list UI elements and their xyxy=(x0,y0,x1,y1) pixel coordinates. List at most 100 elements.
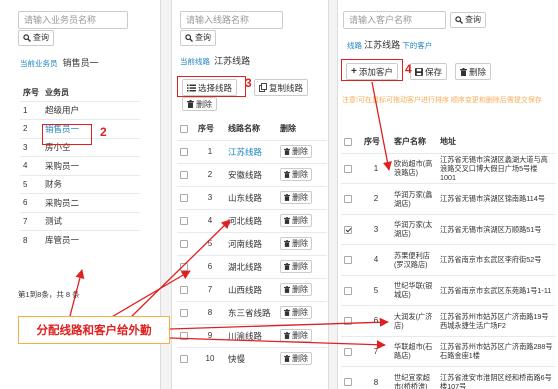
route-name[interactable]: 江苏线路 xyxy=(225,139,277,163)
table-row[interactable]: 1 欧尚超市(高浪路店) 江苏省无锡市滨湖区蠡湖大道与高浪路交叉口博大假日广场5号楼… xyxy=(341,152,556,184)
table-row[interactable]: 7 华联超市(石路店) 江苏省苏州市姑苏区广济南路288号石路金座1楼 xyxy=(341,335,556,367)
row-delete-button[interactable]: 删除 xyxy=(280,214,312,227)
route-name[interactable]: 湖北线路 xyxy=(225,254,277,278)
table-row[interactable]: 2 销售员一 xyxy=(20,119,140,138)
row-checkbox-cell[interactable] xyxy=(341,305,361,336)
table-row[interactable]: 3 华润万家(太湖店) 江苏省无锡市滨湖区万顺路51号 xyxy=(341,213,556,245)
route-name[interactable]: 山东线路 xyxy=(225,185,277,209)
row-checkbox-cell[interactable] xyxy=(177,277,195,301)
salesman-name[interactable]: 采购员一 xyxy=(42,156,140,175)
table-row[interactable]: 10 快慢 删除 xyxy=(177,346,327,370)
row-checkbox-cell[interactable] xyxy=(177,208,195,232)
table-row[interactable]: 8 库管员一 xyxy=(20,230,140,249)
table-row[interactable]: 2 安徽线路 删除 xyxy=(177,162,327,186)
customer-search-input[interactable]: 请输入客户名称 xyxy=(343,11,446,29)
row-checkbox-cell[interactable] xyxy=(177,323,195,347)
route-name[interactable]: 川渝线路 xyxy=(225,323,277,347)
table-row[interactable]: 3 房小空 xyxy=(20,137,140,157)
row-checkbox[interactable] xyxy=(180,355,188,364)
row-checkbox-cell[interactable] xyxy=(177,231,195,255)
row-checkbox-cell[interactable] xyxy=(177,185,195,209)
table-row[interactable]: 6 采购员二 xyxy=(20,193,140,212)
select-all-checkbox[interactable] xyxy=(344,138,352,147)
row-checkbox[interactable] xyxy=(344,225,352,234)
table-row[interactable]: 4 苏果便利店(罗汉路店) 江苏省南京市玄武区李府街52号 xyxy=(341,244,556,275)
row-checkbox[interactable] xyxy=(344,256,352,265)
table-row[interactable]: 5 财务 xyxy=(20,174,140,194)
row-checkbox-cell[interactable] xyxy=(341,335,361,367)
route-name[interactable]: 安徽线路 xyxy=(225,162,277,186)
row-delete-button[interactable]: 删除 xyxy=(280,145,312,158)
table-row[interactable]: 9 川渝线路 删除 xyxy=(177,323,327,347)
row-checkbox-cell[interactable] xyxy=(177,254,195,278)
row-delete-button[interactable]: 删除 xyxy=(280,352,312,366)
table-row[interactable]: 6 大润发(广济店) 江苏省苏州市姑苏区广济南路19号西城永捷生活广场F2 xyxy=(341,305,556,336)
table-row[interactable]: 4 河北线路 删除 xyxy=(177,208,327,232)
breadcrumb-prefix[interactable]: 线路 xyxy=(347,41,362,50)
row-delete-button[interactable]: 删除 xyxy=(280,329,312,342)
table-row[interactable]: 4 采购员一 xyxy=(20,156,140,175)
row-delete-button[interactable]: 删除 xyxy=(280,306,312,319)
row-checkbox-cell[interactable] xyxy=(341,183,361,214)
select-all-checkbox-cell[interactable] xyxy=(341,131,361,154)
add-customer-label[interactable]: 添加客户 xyxy=(359,66,393,78)
route-name[interactable]: 河南线路 xyxy=(225,231,277,255)
table-row[interactable]: 7 山西线路 删除 xyxy=(177,277,327,301)
row-checkbox[interactable] xyxy=(344,347,352,356)
select-all-checkbox-cell[interactable] xyxy=(177,118,195,141)
salesman-name[interactable]: 采购员二 xyxy=(42,193,140,212)
row-delete-button[interactable]: 删除 xyxy=(280,237,312,250)
table-row[interactable]: 5 世纪华联(银城店) 江苏省南京市玄武区东苑路1号1-11 xyxy=(341,274,556,306)
row-checkbox[interactable] xyxy=(180,285,188,294)
table-row[interactable]: 5 河南线路 删除 xyxy=(177,231,327,255)
row-checkbox-cell[interactable] xyxy=(341,274,361,306)
route-name[interactable]: 快慢 xyxy=(225,346,277,370)
row-checkbox[interactable] xyxy=(180,331,188,340)
row-delete-button[interactable]: 删除 xyxy=(280,191,312,204)
salesman-name[interactable]: 财务 xyxy=(42,174,140,194)
save-button[interactable]: 保存 xyxy=(410,63,448,80)
select-route-button[interactable]: 选择线路 xyxy=(182,79,238,96)
row-delete-button[interactable]: 删除 xyxy=(280,283,312,296)
row-delete-button[interactable]: 删除 xyxy=(280,260,312,273)
route-name[interactable]: 山西线路 xyxy=(225,277,277,301)
add-customer-button[interactable]: + 添加客户 xyxy=(346,63,398,80)
row-checkbox-cell[interactable] xyxy=(177,139,195,163)
row-checkbox-cell[interactable] xyxy=(177,300,195,324)
row-checkbox[interactable] xyxy=(344,317,352,326)
salesman-name[interactable]: 销售员一 xyxy=(42,119,140,138)
row-checkbox[interactable] xyxy=(344,378,352,387)
table-row[interactable]: 7 测试 xyxy=(20,211,140,231)
row-checkbox-cell[interactable] xyxy=(177,346,195,370)
row-checkbox-cell[interactable] xyxy=(341,366,361,389)
table-row[interactable]: 8 东三省线路 删除 xyxy=(177,300,327,324)
row-checkbox[interactable] xyxy=(180,170,188,179)
row-checkbox[interactable] xyxy=(180,193,188,202)
route-name[interactable]: 河北线路 xyxy=(225,208,277,232)
salesman-name[interactable]: 库管员一 xyxy=(42,230,140,249)
customer-query-button[interactable]: 查询 xyxy=(450,12,486,28)
row-checkbox[interactable] xyxy=(344,164,352,173)
route-name[interactable]: 东三省线路 xyxy=(225,300,277,324)
row-checkbox[interactable] xyxy=(180,147,188,156)
row-checkbox-cell[interactable] xyxy=(177,162,195,186)
table-row[interactable]: 6 湖北线路 删除 xyxy=(177,254,327,278)
select-all-checkbox[interactable] xyxy=(180,125,188,134)
row-checkbox-cell[interactable] xyxy=(341,213,361,245)
row-checkbox-cell[interactable] xyxy=(341,244,361,275)
row-checkbox[interactable] xyxy=(180,262,188,271)
route-delete-button[interactable]: 删除 xyxy=(182,97,217,111)
row-delete-button[interactable]: 删除 xyxy=(280,168,312,181)
salesman-name[interactable]: 房小空 xyxy=(42,137,140,157)
salesman-search-input[interactable]: 请输入业务员名称 xyxy=(18,11,128,29)
table-row[interactable]: 1 超级用户 xyxy=(20,100,140,120)
salesman-name[interactable]: 超级用户 xyxy=(42,100,140,120)
salesman-query-button[interactable]: 查询 xyxy=(18,30,54,46)
row-checkbox[interactable] xyxy=(180,216,188,225)
row-checkbox-cell[interactable] xyxy=(341,152,361,184)
salesman-name[interactable]: 测试 xyxy=(42,211,140,231)
route-search-input[interactable]: 请输入线路名称 xyxy=(180,11,283,29)
copy-route-button[interactable]: 复制线路 xyxy=(254,79,309,96)
table-row[interactable]: 2 华润万家(蠡湖店) 江苏省无锡市滨湖区锦南路114号 xyxy=(341,183,556,214)
row-checkbox[interactable] xyxy=(180,239,188,248)
